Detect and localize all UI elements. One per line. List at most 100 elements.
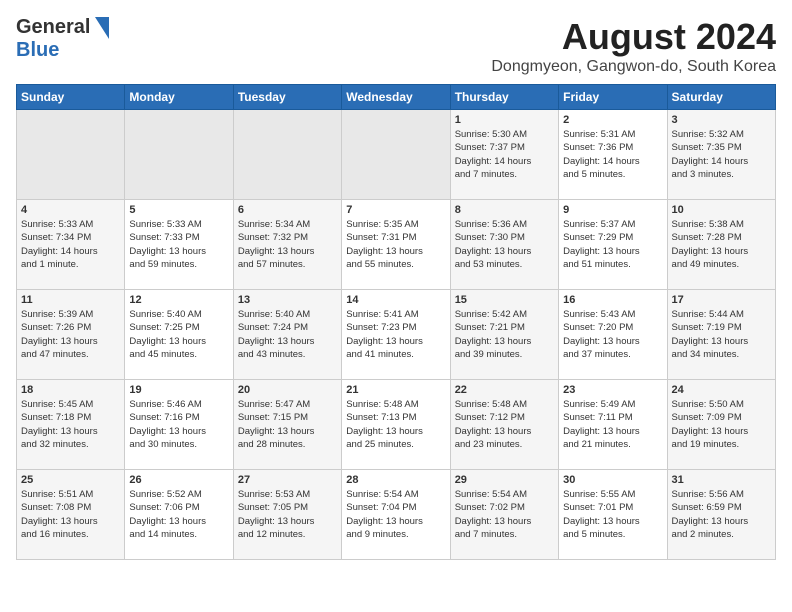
cell-info-line: and 37 minutes. xyxy=(563,348,662,361)
cell-info-line: Daylight: 13 hours xyxy=(455,245,554,258)
cell-info: Sunrise: 5:49 AMSunset: 7:11 PMDaylight:… xyxy=(563,398,662,451)
cell-info-line: Daylight: 13 hours xyxy=(21,335,120,348)
calendar-cell: 14Sunrise: 5:41 AMSunset: 7:23 PMDayligh… xyxy=(342,290,450,380)
page-subtitle: Dongmyeon, Gangwon-do, South Korea xyxy=(491,58,776,76)
cell-info: Sunrise: 5:35 AMSunset: 7:31 PMDaylight:… xyxy=(346,218,445,271)
cell-info-line: and 55 minutes. xyxy=(346,258,445,271)
cell-info-line: Sunrise: 5:37 AM xyxy=(563,218,662,231)
calendar-cell: 13Sunrise: 5:40 AMSunset: 7:24 PMDayligh… xyxy=(233,290,341,380)
day-number: 12 xyxy=(129,294,228,306)
logo-blue-text: Blue xyxy=(16,39,59,62)
cell-info-line: Sunset: 7:26 PM xyxy=(21,321,120,334)
calendar-cell: 1Sunrise: 5:30 AMSunset: 7:37 PMDaylight… xyxy=(450,110,558,200)
title-block: August 2024 Dongmyeon, Gangwon-do, South… xyxy=(491,16,776,76)
cell-info-line: Daylight: 13 hours xyxy=(129,335,228,348)
cell-info-line: Daylight: 13 hours xyxy=(563,425,662,438)
cell-info-line: and 5 minutes. xyxy=(563,528,662,541)
cell-info-line: Daylight: 14 hours xyxy=(672,155,771,168)
calendar-table: SundayMondayTuesdayWednesdayThursdayFrid… xyxy=(16,84,776,560)
calendar-cell: 26Sunrise: 5:52 AMSunset: 7:06 PMDayligh… xyxy=(125,470,233,560)
cell-info-line: and 30 minutes. xyxy=(129,438,228,451)
cell-info-line: Daylight: 13 hours xyxy=(129,425,228,438)
day-number: 9 xyxy=(563,204,662,216)
calendar-cell: 16Sunrise: 5:43 AMSunset: 7:20 PMDayligh… xyxy=(559,290,667,380)
cell-info-line: Sunrise: 5:36 AM xyxy=(455,218,554,231)
day-number: 30 xyxy=(563,474,662,486)
calendar-cell: 12 Sunrise: 5:40 AMSunset: 7:25 PMDayligh… xyxy=(125,290,233,380)
weekday-header-monday: Monday xyxy=(125,85,233,110)
day-number: 16 xyxy=(563,294,662,306)
calendar-header-row: SundayMondayTuesdayWednesdayThursdayFrid… xyxy=(17,85,776,110)
cell-info-line: Sunrise: 5:50 AM xyxy=(672,398,771,411)
day-number: 11 xyxy=(21,294,120,306)
calendar-cell: 8Sunrise: 5:36 AMSunset: 7:30 PMDaylight… xyxy=(450,200,558,290)
calendar-cell: 27Sunrise: 5:53 AMSunset: 7:05 PMDayligh… xyxy=(233,470,341,560)
cell-info-line: and 12 minutes. xyxy=(238,528,337,541)
cell-info-line: Sunrise: 5:40 AM xyxy=(129,308,228,321)
calendar-cell: 28Sunrise: 5:54 AMSunset: 7:04 PMDayligh… xyxy=(342,470,450,560)
day-number: 21 xyxy=(346,384,445,396)
calendar-week-4: 18Sunrise: 5:45 AMSunset: 7:18 PMDayligh… xyxy=(17,380,776,470)
cell-info-line: Daylight: 13 hours xyxy=(238,425,337,438)
cell-info-line: Sunrise: 5:42 AM xyxy=(455,308,554,321)
cell-info-line: and 32 minutes. xyxy=(21,438,120,451)
cell-info-line: Sunset: 7:18 PM xyxy=(21,411,120,424)
logo-icon xyxy=(91,17,109,39)
cell-info-line: Sunrise: 5:45 AM xyxy=(21,398,120,411)
cell-info-line: Sunset: 7:05 PM xyxy=(238,501,337,514)
cell-info-line: Sunrise: 5:35 AM xyxy=(346,218,445,231)
cell-info: Sunrise: 5:39 AMSunset: 7:26 PMDaylight:… xyxy=(21,308,120,361)
day-number: 7 xyxy=(346,204,445,216)
calendar-cell: 10Sunrise: 5:38 AMSunset: 7:28 PMDayligh… xyxy=(667,200,775,290)
cell-info: Sunrise: 5:54 AMSunset: 7:04 PMDaylight:… xyxy=(346,488,445,541)
calendar-cell xyxy=(342,110,450,200)
cell-info-line: and 23 minutes. xyxy=(455,438,554,451)
calendar-week-2: 4Sunrise: 5:33 AMSunset: 7:34 PMDaylight… xyxy=(17,200,776,290)
cell-info-line: Sunrise: 5:30 AM xyxy=(455,128,554,141)
cell-info: Sunrise: 5:48 AMSunset: 7:13 PMDaylight:… xyxy=(346,398,445,451)
day-number: 31 xyxy=(672,474,771,486)
cell-info-line: and 2 minutes. xyxy=(672,528,771,541)
cell-info-line: Daylight: 14 hours xyxy=(563,155,662,168)
cell-info-line: and 28 minutes. xyxy=(238,438,337,451)
cell-info: Sunrise: 5:41 AMSunset: 7:23 PMDaylight:… xyxy=(346,308,445,361)
page-title: August 2024 xyxy=(491,16,776,58)
calendar-cell: 21 Sunrise: 5:48 AMSunset: 7:13 PMDayligh… xyxy=(342,380,450,470)
cell-info-line: Daylight: 13 hours xyxy=(346,245,445,258)
calendar-cell: 29Sunrise: 5:54 AMSunset: 7:02 PMDayligh… xyxy=(450,470,558,560)
calendar-cell: 11 Sunrise: 5:39 AMSunset: 7:26 PMDayligh… xyxy=(17,290,125,380)
calendar-cell: 19Sunrise: 5:46 AMSunset: 7:16 PMDayligh… xyxy=(125,380,233,470)
cell-info-line: Sunrise: 5:41 AM xyxy=(346,308,445,321)
cell-info: Sunrise: 5:55 AMSunset: 7:01 PMDaylight:… xyxy=(563,488,662,541)
day-number: 15 xyxy=(455,294,554,306)
cell-info-line: Sunrise: 5:39 AM xyxy=(21,308,120,321)
cell-info: Sunrise: 5:47 AMSunset: 7:15 PMDaylight:… xyxy=(238,398,337,451)
cell-info-line: Sunrise: 5:46 AM xyxy=(129,398,228,411)
calendar-cell: 3Sunrise: 5:32 AMSunset: 7:35 PMDaylight… xyxy=(667,110,775,200)
day-number: 20 xyxy=(238,384,337,396)
cell-info-line: Daylight: 14 hours xyxy=(21,245,120,258)
page-header: General Blue August 2024 Dongmyeon, Gang… xyxy=(16,16,776,76)
cell-info-line: Daylight: 13 hours xyxy=(21,515,120,528)
cell-info-line: Sunrise: 5:48 AM xyxy=(346,398,445,411)
day-number: 2 xyxy=(563,114,662,126)
cell-info: Sunrise: 5:42 AMSunset: 7:21 PMDaylight:… xyxy=(455,308,554,361)
cell-info-line: and 16 minutes. xyxy=(21,528,120,541)
calendar-cell xyxy=(17,110,125,200)
cell-info-line: Daylight: 13 hours xyxy=(563,245,662,258)
cell-info: Sunrise: 5:30 AMSunset: 7:37 PMDaylight:… xyxy=(455,128,554,181)
cell-info-line: Sunset: 7:36 PM xyxy=(563,141,662,154)
logo: General Blue xyxy=(16,16,109,62)
cell-info-line: Sunrise: 5:31 AM xyxy=(563,128,662,141)
cell-info-line: Sunset: 7:04 PM xyxy=(346,501,445,514)
cell-info-line: Sunset: 7:09 PM xyxy=(672,411,771,424)
cell-info-line: Sunset: 7:24 PM xyxy=(238,321,337,334)
cell-info: Sunrise: 5:48 AMSunset: 7:12 PMDaylight:… xyxy=(455,398,554,451)
weekday-header-tuesday: Tuesday xyxy=(233,85,341,110)
cell-info-line: Sunset: 7:25 PM xyxy=(129,321,228,334)
cell-info-line: Daylight: 13 hours xyxy=(346,335,445,348)
calendar-cell: 9Sunrise: 5:37 AMSunset: 7:29 PMDaylight… xyxy=(559,200,667,290)
cell-info-line: and 21 minutes. xyxy=(563,438,662,451)
calendar-cell: 2 Sunrise: 5:31 AMSunset: 7:36 PMDaylight… xyxy=(559,110,667,200)
cell-info-line: and 14 minutes. xyxy=(129,528,228,541)
